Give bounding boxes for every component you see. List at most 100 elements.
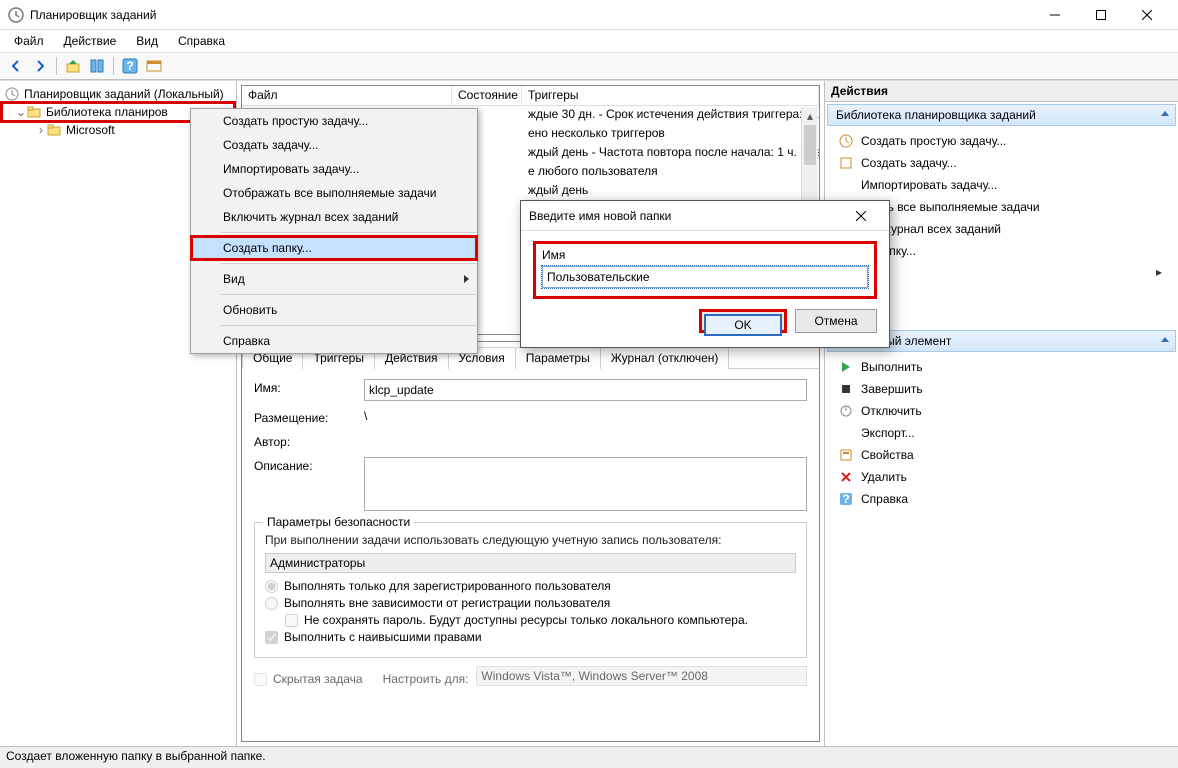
- desc-label: Описание:: [254, 457, 364, 473]
- tab-settings[interactable]: Параметры: [515, 347, 601, 369]
- ok-button[interactable]: OK: [704, 314, 782, 336]
- config-value: Windows Vista™, Windows Server™ 2008: [476, 666, 807, 686]
- window-title: Планировщик заданий: [30, 8, 1032, 22]
- actions-header: Действия: [825, 81, 1178, 102]
- back-button[interactable]: [5, 55, 27, 77]
- statusbar: Создает вложенную папку в выбранной папк…: [0, 746, 1178, 768]
- help-icon: ?: [837, 491, 855, 507]
- action-create-basic[interactable]: Создать простую задачу...: [825, 130, 1178, 152]
- menu-action[interactable]: Действие: [54, 32, 127, 50]
- action-create-task[interactable]: Создать задачу...: [825, 152, 1178, 174]
- menubar: Файл Действие Вид Справка: [0, 30, 1178, 52]
- titlebar: Планировщик заданий: [0, 0, 1178, 30]
- ctx-view[interactable]: Вид: [191, 267, 477, 291]
- toolbar: ?: [0, 52, 1178, 80]
- check-no-password: [285, 614, 298, 627]
- radio1-label: Выполнять только для зарегистрированного…: [284, 579, 611, 593]
- disable-icon: [837, 403, 855, 419]
- forward-button[interactable]: [29, 55, 51, 77]
- author-label: Автор:: [254, 433, 364, 449]
- account-field: Администраторы: [265, 553, 796, 573]
- security-title: Параметры безопасности: [263, 515, 414, 529]
- action-run[interactable]: Выполнить: [825, 356, 1178, 378]
- menu-file[interactable]: Файл: [4, 32, 54, 50]
- play-icon: [837, 359, 855, 375]
- action-delete[interactable]: Удалить: [825, 466, 1178, 488]
- tree-library-label: Библиотека планиров: [46, 105, 168, 119]
- name-label: Имя:: [254, 379, 364, 395]
- ctx-enable-history[interactable]: Включить журнал всех заданий: [191, 205, 477, 229]
- tab-history[interactable]: Журнал (отключен): [600, 347, 730, 369]
- tree-root[interactable]: Планировщик заданий (Локальный): [2, 85, 234, 103]
- folder-icon: [46, 122, 62, 138]
- location-label: Размещение:: [254, 409, 364, 425]
- ctx-help[interactable]: Справка: [191, 329, 477, 353]
- action-disable[interactable]: Отключить: [825, 400, 1178, 422]
- radio-any: [265, 597, 278, 610]
- ctx-create-folder[interactable]: Создать папку...: [191, 236, 477, 260]
- properties-icon: [837, 447, 855, 463]
- scroll-thumb[interactable]: [804, 125, 816, 165]
- dialog-field-wrap: Имя: [533, 241, 877, 299]
- tab-content: Имя: Размещение: \ Автор: Описание: Пара…: [242, 369, 819, 705]
- dialog-label: Имя: [542, 248, 868, 262]
- svg-text:?: ?: [126, 59, 133, 73]
- action-properties[interactable]: Свойства: [825, 444, 1178, 466]
- ctx-show-running[interactable]: Отображать все выполняемые задачи: [191, 181, 477, 205]
- context-menu: Создать простую задачу... Создать задачу…: [190, 108, 478, 354]
- hidden-label: Скрытая задача: [273, 672, 363, 686]
- location-value: \: [364, 409, 807, 423]
- dialog-close-button[interactable]: [841, 202, 881, 230]
- cancel-button[interactable]: Отмена: [795, 309, 877, 333]
- new-folder-dialog: Введите имя новой папки Имя OK Отмена: [520, 200, 890, 348]
- ctx-import[interactable]: Импортировать задачу...: [191, 157, 477, 181]
- expand-icon[interactable]: ›: [36, 123, 46, 137]
- svg-text:?: ?: [842, 492, 849, 506]
- help-icon[interactable]: ?: [119, 55, 141, 77]
- name-field[interactable]: [364, 379, 807, 401]
- check-hidden: [254, 673, 267, 686]
- ctx-create-basic[interactable]: Создать простую задачу...: [191, 109, 477, 133]
- grid-header: Файл Состояние Триггеры: [242, 86, 819, 106]
- properties-icon[interactable]: [86, 55, 108, 77]
- security-desc: При выполнении задачи использовать следу…: [265, 533, 796, 547]
- actions-pane: Действия Библиотека планировщика заданий…: [824, 81, 1178, 746]
- security-group: Параметры безопасности При выполнении за…: [254, 522, 807, 658]
- section-library[interactable]: Библиотека планировщика заданий: [827, 104, 1176, 126]
- ctx-create-task[interactable]: Создать задачу...: [191, 133, 477, 157]
- radio-logged-only: [265, 580, 278, 593]
- action-export[interactable]: Экспорт...: [825, 422, 1178, 444]
- task-icon: [837, 155, 855, 171]
- panel-icon[interactable]: [143, 55, 165, 77]
- clock-icon: [4, 86, 20, 102]
- expand-icon[interactable]: ⌄: [16, 105, 26, 119]
- minimize-button[interactable]: [1032, 0, 1078, 30]
- main-area: Планировщик заданий (Локальный) ⌄ Библио…: [0, 80, 1178, 746]
- check1-label: Не сохранять пароль. Будут доступны ресу…: [304, 613, 748, 627]
- menu-view[interactable]: Вид: [126, 32, 168, 50]
- tree-root-label: Планировщик заданий (Локальный): [24, 87, 224, 101]
- folder-icon: [26, 104, 42, 120]
- delete-icon: [837, 469, 855, 485]
- ok-button-highlight: OK: [699, 309, 787, 333]
- action-help[interactable]: ?Справка: [825, 488, 1178, 510]
- stop-icon: [837, 381, 855, 397]
- up-button[interactable]: [62, 55, 84, 77]
- dialog-titlebar[interactable]: Введите имя новой папки: [521, 201, 889, 231]
- col-triggers[interactable]: Триггеры: [522, 86, 819, 105]
- desc-field[interactable]: [364, 457, 807, 511]
- check2-label: Выполнить с наивысшими правами: [284, 630, 482, 644]
- menu-help[interactable]: Справка: [168, 32, 235, 50]
- ctx-refresh[interactable]: Обновить: [191, 298, 477, 322]
- close-button[interactable]: [1124, 0, 1170, 30]
- folder-name-input[interactable]: [542, 266, 868, 288]
- radio2-label: Выполнять вне зависимости от регистрации…: [284, 596, 610, 610]
- maximize-button[interactable]: [1078, 0, 1124, 30]
- tree-ms-label: Microsoft: [66, 123, 115, 137]
- scroll-up-icon[interactable]: ▴: [802, 107, 818, 124]
- col-state[interactable]: Состояние: [452, 86, 522, 105]
- action-end[interactable]: Завершить: [825, 378, 1178, 400]
- action-import[interactable]: Импортировать задачу...: [825, 174, 1178, 196]
- col-file[interactable]: Файл: [242, 86, 452, 105]
- task-icon: [837, 133, 855, 149]
